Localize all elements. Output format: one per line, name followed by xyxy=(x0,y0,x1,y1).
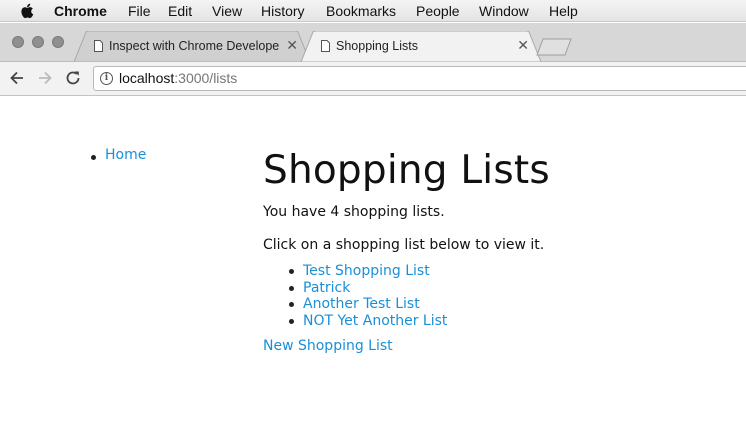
site-info-icon[interactable]: i xyxy=(100,72,113,85)
list-item: Patrick xyxy=(289,280,723,297)
list-bullet xyxy=(91,155,96,160)
list-bullet xyxy=(289,285,294,291)
home-link[interactable]: Home xyxy=(105,147,146,163)
tab-title: Shopping Lists xyxy=(336,39,419,53)
tab-title: Inspect with Chrome Develope xyxy=(109,39,280,53)
page-icon xyxy=(94,40,103,52)
list-item: NOT Yet Another List xyxy=(289,313,723,330)
shopping-list-link[interactable]: Patrick xyxy=(303,280,350,296)
macos-menu-bar: Chrome File Edit View History Bookmarks … xyxy=(0,0,746,22)
list-bullet xyxy=(289,269,294,274)
forward-arrow-icon[interactable] xyxy=(35,68,55,88)
shopping-list-link[interactable]: Another Test List xyxy=(303,296,420,312)
reload-icon[interactable] xyxy=(63,68,83,88)
list-item: Another Test List xyxy=(289,296,723,313)
url-path: :3000/lists xyxy=(174,70,238,86)
zoom-window-icon[interactable] xyxy=(52,36,64,48)
new-shopping-list-link[interactable]: New Shopping List xyxy=(263,338,723,354)
list-bullet xyxy=(289,318,294,324)
tab-close-icon[interactable]: ✕ xyxy=(517,37,529,54)
menu-help[interactable]: Help xyxy=(549,2,578,20)
page-icon xyxy=(321,40,330,52)
menu-history[interactable]: History xyxy=(261,2,305,20)
menu-app-name[interactable]: Chrome xyxy=(54,2,107,20)
back-arrow-icon[interactable] xyxy=(7,68,27,88)
instructions-text: Click on a shopping list below to view i… xyxy=(263,237,545,253)
main-content: Shopping Lists You have 4 shopping lists… xyxy=(263,145,723,354)
list-item: Test Shopping List xyxy=(289,263,723,280)
menu-window[interactable]: Window xyxy=(479,2,529,20)
page-viewport: Home Shopping Lists You have 4 shopping … xyxy=(0,97,746,444)
shopping-list-link[interactable]: NOT Yet Another List xyxy=(303,313,447,329)
menu-bookmarks[interactable]: Bookmarks xyxy=(326,2,396,20)
menu-people[interactable]: People xyxy=(416,2,460,20)
shopping-list-link[interactable]: Test Shopping List xyxy=(303,263,430,279)
list-bullet xyxy=(289,302,294,308)
tab-inspect[interactable]: Inspect with Chrome Develope ✕ xyxy=(74,31,310,62)
shopping-list-links: Test Shopping List Patrick Another Test … xyxy=(289,263,723,330)
address-bar[interactable]: i localhost:3000/lists xyxy=(93,66,746,91)
tab-shopping-lists[interactable]: Shopping Lists ✕ xyxy=(301,31,541,62)
menu-file[interactable]: File xyxy=(128,2,151,20)
page-title: Shopping Lists xyxy=(263,148,550,193)
close-window-icon[interactable] xyxy=(12,36,24,48)
apple-logo-icon[interactable] xyxy=(20,3,34,19)
list-count-text: You have 4 shopping lists. xyxy=(263,204,445,220)
menu-edit[interactable]: Edit xyxy=(168,2,192,20)
url-text: localhost:3000/lists xyxy=(119,70,237,86)
tab-close-icon[interactable]: ✕ xyxy=(286,37,298,54)
minimize-window-icon[interactable] xyxy=(32,36,44,48)
menu-view[interactable]: View xyxy=(212,2,242,20)
url-host: localhost xyxy=(119,70,175,86)
new-tab-icon[interactable] xyxy=(536,38,572,56)
